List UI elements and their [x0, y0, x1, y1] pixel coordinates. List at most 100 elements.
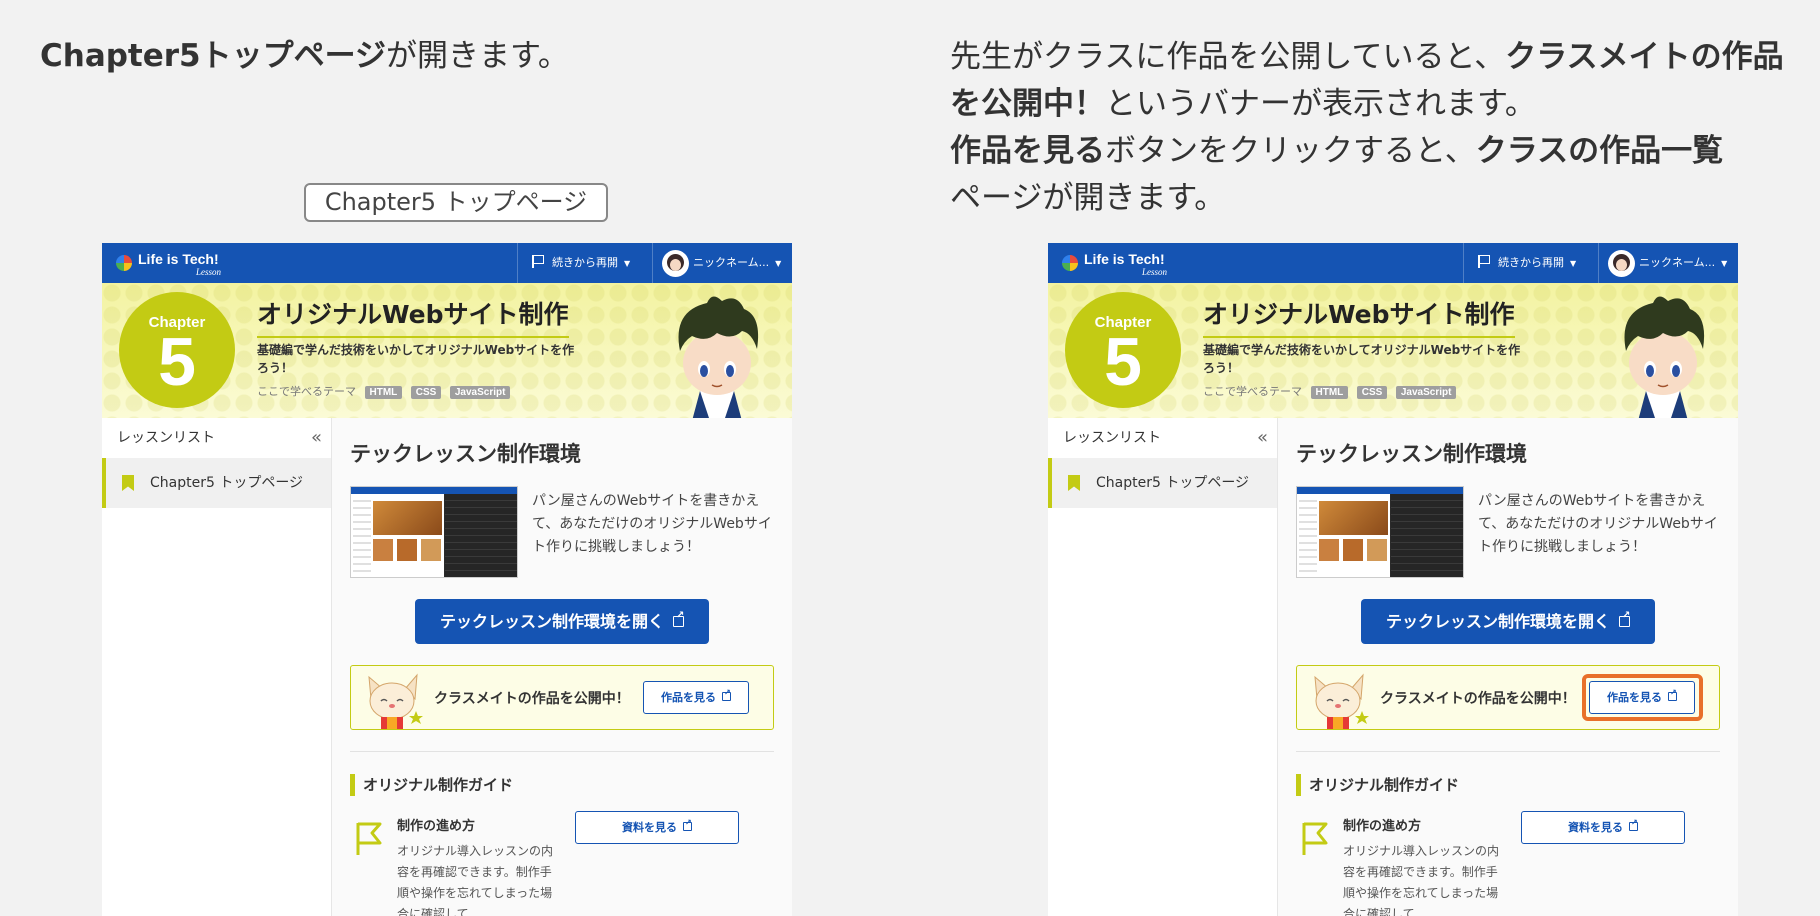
- external-link-icon: [722, 688, 731, 701]
- main-content: テックレッスン制作環境 パン屋さんのWebサイトを書きかえて、あなただけのオリジ…: [332, 418, 792, 916]
- guide-item-title: 制作の進め方: [1343, 819, 1422, 834]
- theme-row: ここで学べるテーマ HTML CSS JavaScript: [257, 383, 511, 399]
- open-environment-label: テックレッスン制作環境を開く: [1385, 612, 1610, 631]
- flag-icon: [1478, 255, 1490, 268]
- divider: [350, 751, 774, 752]
- banner-text: クラスメイトの作品を公開中！: [1380, 691, 1576, 707]
- chevron-down-icon: ▼: [775, 259, 782, 268]
- top-nav-bar: Life is Tech! Lesson 続きから再開 ▼ ニックネーム... ▼: [102, 243, 792, 283]
- flag-icon: [1302, 822, 1328, 855]
- chapter-title: オリジナルWebサイト制作: [1203, 295, 1515, 338]
- tag-javascript: JavaScript: [1395, 386, 1457, 399]
- divider: [1296, 751, 1720, 752]
- caption-right-p2: というバナーが表示されます。: [1105, 86, 1536, 122]
- avatar: [1608, 250, 1635, 277]
- logo-subtext: Lesson: [1142, 267, 1168, 277]
- sidebar-item-chapter5-top[interactable]: Chapter5 トップページ: [1048, 458, 1277, 508]
- tag-javascript: JavaScript: [449, 386, 511, 399]
- lesson-thumbnail: [350, 486, 518, 578]
- tag-css: CSS: [1356, 386, 1388, 399]
- user-menu[interactable]: ニックネーム... ▼: [1598, 243, 1738, 283]
- external-link-icon: [673, 611, 684, 627]
- bookmark-icon: [1068, 475, 1080, 491]
- right-caption: 先生がクラスに作品を公開していると、クラスメイトの作品を公開中！というバナーが表…: [950, 34, 1790, 222]
- tag-html: HTML: [364, 386, 403, 399]
- view-works-button[interactable]: 作品を見る: [643, 681, 749, 714]
- chapter-description: 基礎編で学んだ技術をいかしてオリジナルWebサイトを作ろう！: [1203, 343, 1521, 375]
- caption-right-b2: 作品を見る: [950, 133, 1105, 169]
- flag-icon: [356, 822, 382, 855]
- guide-section-title: オリジナル制作ガイド: [1296, 774, 1459, 796]
- view-works-label: 作品を見る: [661, 691, 716, 704]
- left-caption: Chapter5トップページが開きます。: [40, 36, 569, 76]
- screen-label: Chapter5 トップページ: [304, 183, 608, 222]
- sidebar-item-label: Chapter5 トップページ: [1096, 475, 1250, 491]
- user-nickname: ニックネーム...: [1639, 256, 1716, 269]
- logo-subtext: Lesson: [196, 267, 222, 277]
- app-screenshot-before: Life is Tech! Lesson 続きから再開 ▼ ニックネーム... ▼ …: [102, 243, 792, 916]
- view-document-button[interactable]: 資料を見る: [575, 811, 739, 844]
- user-nickname: ニックネーム...: [693, 256, 770, 269]
- caption-right-b3: クラスの作品一覧: [1475, 133, 1724, 169]
- user-menu[interactable]: ニックネーム... ▼: [652, 243, 792, 283]
- lesson-description: パン屋さんのWebサイトを書きかえて、あなただけのオリジナルWebサイト作りに挑…: [532, 493, 772, 555]
- resume-button[interactable]: 続きから再開 ▼: [517, 243, 652, 283]
- external-link-icon: [683, 818, 692, 831]
- view-document-label: 資料を見る: [1568, 821, 1623, 834]
- lesson-title: テックレッスン制作環境: [350, 442, 581, 466]
- boy-character: [1624, 296, 1705, 418]
- caption-right-p1: 先生がクラスに作品を公開していると、: [950, 39, 1506, 75]
- theme-label: ここで学べるテーマ: [257, 385, 356, 398]
- cat-mascot: [368, 673, 423, 729]
- open-environment-label: テックレッスン制作環境を開く: [439, 612, 664, 631]
- lesson-sidebar: レッスンリスト « Chapter5 トップページ: [102, 418, 332, 916]
- chevron-down-icon: ▼: [624, 259, 631, 268]
- lesson-description: パン屋さんのWebサイトを書きかえて、あなただけのオリジナルWebサイト作りに挑…: [1478, 493, 1718, 555]
- open-environment-button[interactable]: テックレッスン制作環境を開く: [415, 599, 709, 644]
- bookmark-icon: [122, 475, 134, 491]
- caption-left-bold: Chapter5トップページ: [40, 38, 387, 74]
- lesson-title: テックレッスン制作環境: [1296, 442, 1527, 466]
- flag-icon: [532, 255, 544, 268]
- chapter-number: 5: [1104, 324, 1142, 400]
- chevron-down-icon: ▼: [1570, 259, 1577, 268]
- sidebar-header: レッスンリスト «: [1063, 418, 1268, 458]
- lesson-thumbnail: [1296, 486, 1464, 578]
- collapse-icon[interactable]: «: [311, 418, 322, 458]
- top-nav-bar: Life is Tech! Lesson 続きから再開 ▼ ニックネーム... ▼: [1048, 243, 1738, 283]
- app-screenshot-after: Life is Tech! Lesson 続きから再開 ▼ ニックネーム... ▼ …: [1048, 243, 1738, 916]
- theme-label: ここで学べるテーマ: [1203, 385, 1302, 398]
- chapter-hero: Chapter 5 オリジナルWebサイト制作 基礎編で学んだ技術をいかしてオリ…: [102, 283, 792, 418]
- view-works-highlight: [1582, 674, 1703, 721]
- chapter-description: 基礎編で学んだ技術をいかしてオリジナルWebサイトを作ろう！: [257, 343, 575, 375]
- sidebar-item-chapter5-top[interactable]: Chapter5 トップページ: [102, 458, 331, 508]
- resume-label: 続きから再開: [1498, 256, 1564, 269]
- tag-html: HTML: [1310, 386, 1349, 399]
- external-link-icon: [1619, 611, 1630, 627]
- logo-text: Life is Tech!: [138, 251, 219, 267]
- guide-item-description: オリジナル導入レッスンの内容を再確認できます。制作手順や操作を忘れてしまった場合…: [397, 844, 554, 916]
- tag-css: CSS: [410, 386, 442, 399]
- chapter-badge: Chapter 5: [119, 292, 235, 408]
- logo-mark-icon: [116, 255, 132, 271]
- sidebar-header: レッスンリスト «: [117, 418, 322, 458]
- guide-item-description: オリジナル導入レッスンの内容を再確認できます。制作手順や操作を忘れてしまった場合…: [1343, 844, 1500, 916]
- chapter-title: オリジナルWebサイト制作: [257, 295, 569, 338]
- chapter-hero: Chapter 5 オリジナルWebサイト制作 基礎編で学んだ技術をいかしてオリ…: [1048, 283, 1738, 418]
- view-document-button[interactable]: 資料を見る: [1521, 811, 1685, 844]
- guide-section-title: オリジナル制作ガイド: [350, 774, 513, 796]
- sidebar-title: レッスンリスト: [117, 430, 215, 446]
- classmate-works-banner: クラスメイトの作品を公開中！ 作品を見る: [1296, 665, 1720, 730]
- lesson-sidebar: レッスンリスト « Chapter5 トップページ: [1048, 418, 1278, 916]
- cat-mascot: [1314, 673, 1369, 729]
- avatar: [662, 250, 689, 277]
- open-environment-button[interactable]: テックレッスン制作環境を開く: [1361, 599, 1655, 644]
- classmate-works-banner: クラスメイトの作品を公開中！ 作品を見る: [350, 665, 774, 730]
- chapter-badge: Chapter 5: [1065, 292, 1181, 408]
- collapse-icon[interactable]: «: [1257, 418, 1268, 458]
- guide-item-title: 制作の進め方: [397, 819, 476, 834]
- main-content: テックレッスン制作環境 パン屋さんのWebサイトを書きかえて、あなただけのオリジ…: [1278, 418, 1738, 916]
- theme-row: ここで学べるテーマ HTML CSS JavaScript: [1203, 383, 1457, 399]
- resume-button[interactable]: 続きから再開 ▼: [1463, 243, 1598, 283]
- resume-label: 続きから再開: [552, 256, 618, 269]
